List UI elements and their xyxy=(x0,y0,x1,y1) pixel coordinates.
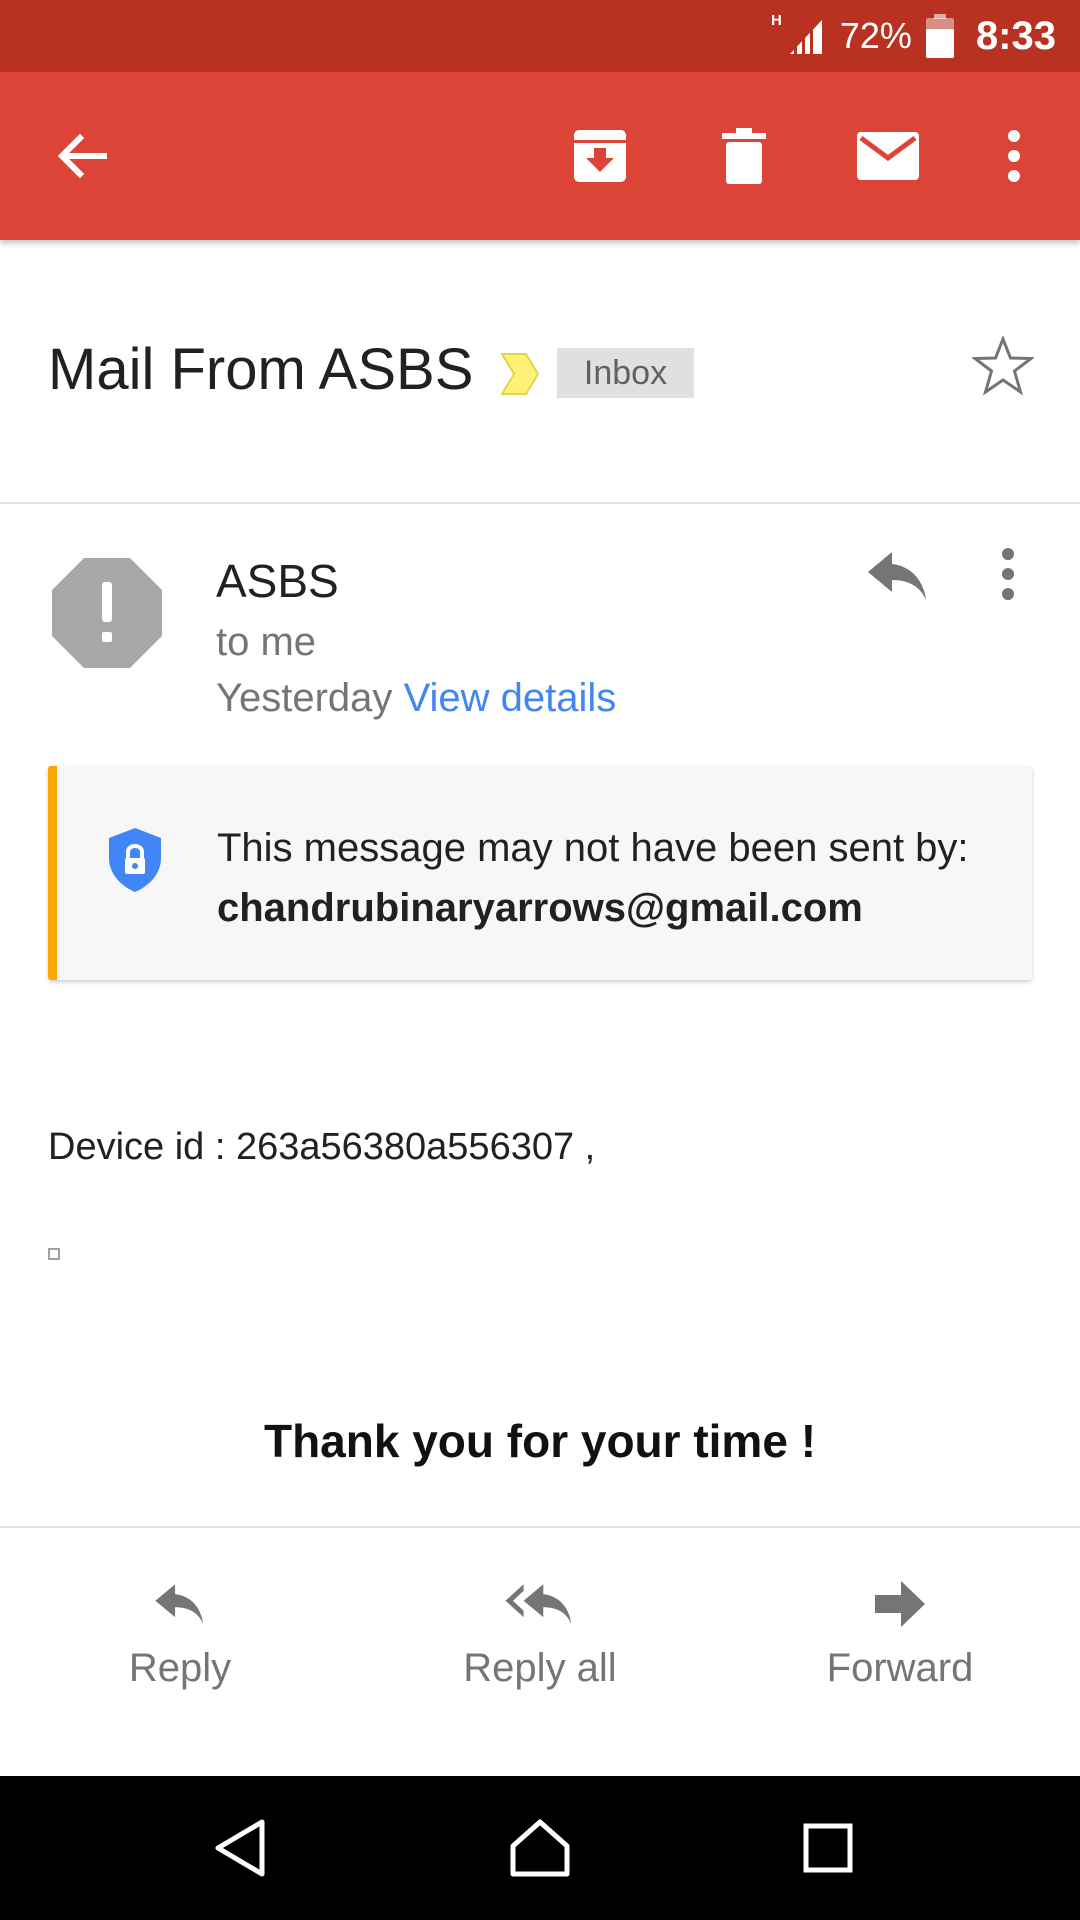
nav-home-icon[interactable] xyxy=(500,1812,580,1884)
action-bar xyxy=(0,72,1080,240)
clock: 8:33 xyxy=(975,13,1056,58)
battery-percent: 72% xyxy=(839,15,912,56)
nav-back-icon[interactable] xyxy=(200,1812,280,1884)
delete-icon[interactable] xyxy=(704,116,784,196)
email-subject: Mail From ASBS xyxy=(48,337,474,402)
warning-address: chandrubinaryarrows@gmail.com xyxy=(217,886,863,930)
recipient-line: to me xyxy=(216,620,317,664)
reply-all-label: Reply all xyxy=(463,1646,617,1690)
reply-label: Reply xyxy=(128,1646,232,1690)
reply-icon[interactable] xyxy=(866,548,930,609)
reply-button[interactable]: Reply xyxy=(30,1528,330,1778)
device-id-line: Device id : 263a56380a556307 , xyxy=(48,1126,596,1168)
forward-label: Forward xyxy=(826,1646,974,1690)
battery-icon xyxy=(925,14,954,58)
archive-icon[interactable] xyxy=(560,116,640,196)
bottom-actions: Reply Reply all Forward xyxy=(0,1526,1080,1776)
reply-icon xyxy=(152,1576,208,1632)
security-shield-icon xyxy=(107,826,163,899)
reply-all-button[interactable]: Reply all xyxy=(390,1528,690,1778)
reply-all-icon xyxy=(503,1576,577,1632)
email-date: Yesterday xyxy=(216,676,393,720)
view-details-link[interactable]: View details xyxy=(404,676,617,720)
importance-marker-icon[interactable] xyxy=(500,352,540,401)
warning-message: This message may not have been sent by: … xyxy=(217,818,1017,938)
inbox-label: Inbox xyxy=(557,348,694,398)
status-indicators: H 72% 8:33 xyxy=(771,0,1056,72)
warning-text: This message may not have been sent by: xyxy=(217,826,969,870)
sender-name[interactable]: ASBS xyxy=(216,554,339,608)
sender-avatar xyxy=(52,558,162,673)
forward-button[interactable]: Forward xyxy=(750,1528,1050,1778)
subject-row: Mail From ASBS Inbox xyxy=(0,240,1080,504)
signal-icon xyxy=(786,16,826,56)
forward-icon xyxy=(875,1576,925,1632)
broken-image-icon xyxy=(48,1248,60,1260)
navigation-bar xyxy=(0,1776,1080,1920)
star-icon[interactable] xyxy=(970,334,1036,401)
spoof-warning-card: This message may not have been sent by: … xyxy=(48,766,1032,980)
back-arrow-icon[interactable] xyxy=(42,116,122,196)
date-line: Yesterday View details xyxy=(216,676,616,721)
message-more-icon[interactable] xyxy=(1000,548,1016,605)
more-vert-icon[interactable] xyxy=(974,116,1054,196)
closing-text: Thank you for your time ! xyxy=(263,1415,817,1467)
network-type: H xyxy=(771,11,782,29)
mark-unread-icon[interactable] xyxy=(848,116,928,196)
status-bar: H 72% 8:33 xyxy=(0,0,1080,72)
nav-recents-icon[interactable] xyxy=(788,1812,868,1884)
